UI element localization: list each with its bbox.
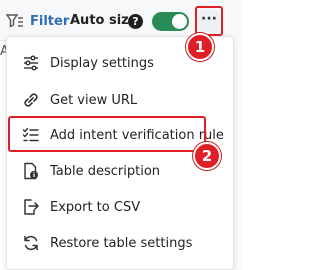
link-icon [24,93,38,107]
menu-item-label: Table description [50,163,161,179]
toggle-knob [172,14,187,29]
menu-item-label: Display settings [50,55,154,71]
annotation-highlight-more-button [195,6,223,36]
annotation-step-badge: 1 [186,33,214,61]
menu-item-label: Export to CSV [50,199,141,215]
annotation-highlight-menu-item [8,116,206,152]
restore-icon [24,235,38,251]
menu-item-get-view-url[interactable]: Get view URL [7,82,233,118]
filter-button[interactable]: Filter [6,11,69,31]
menu-item-restore-table-settings[interactable]: Restore table settings [7,225,233,261]
export-icon [24,199,39,215]
menu-item-export-to-csv[interactable]: Export to CSV [7,189,233,225]
filter-icon [6,14,23,28]
annotation-step-badge: 2 [193,142,221,170]
filter-label: Filter [30,13,70,29]
autosize-toggle[interactable] [152,12,189,31]
menu-item-label: Get view URL [50,92,138,108]
sliders-icon [24,55,38,71]
menu-item-label: Restore table settings [50,235,193,251]
document-info-icon [24,162,38,180]
help-icon[interactable]: ? [128,14,143,29]
